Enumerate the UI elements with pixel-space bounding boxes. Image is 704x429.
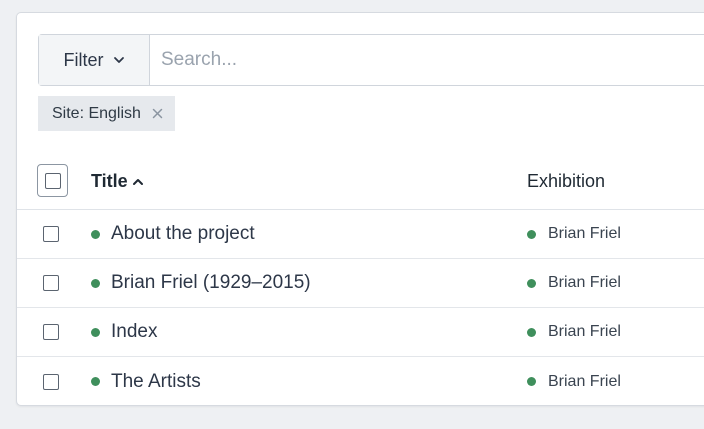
status-live-icon [91,278,100,288]
table-row: Index Brian Friel [17,308,704,357]
search-input[interactable] [150,35,704,85]
filter-button[interactable]: Filter [39,35,150,85]
entry-title: Index [111,321,158,342]
table-row: Brian Friel (1929–2015) Brian Friel [17,259,704,308]
column-header-title[interactable]: Title [91,171,144,192]
entry-title-link[interactable]: Brian Friel (1929–2015) [91,272,311,294]
sort-ascending-icon [132,178,143,185]
entry-exhibition: Brian Friel [527,274,621,292]
status-live-icon [527,377,536,386]
column-header-title-label: Title [91,171,128,191]
entry-title-link[interactable]: About the project [91,223,255,245]
row-checkbox[interactable] [43,226,59,242]
entry-exhibition: Brian Friel [527,225,621,243]
status-live-icon [91,327,100,337]
status-live-icon [527,278,536,288]
status-live-icon [527,327,536,337]
entry-exhibition-label: Brian Friel [548,225,621,242]
chevron-down-icon [113,57,124,63]
active-filter-label: Site: English [52,104,141,122]
column-header-exhibition[interactable]: Exhibition [527,171,605,192]
status-live-icon [91,377,100,386]
row-checkbox[interactable] [43,324,59,340]
search-toolbar: Filter [38,34,704,86]
table-row: About the project Brian Friel [17,210,704,259]
row-checkbox[interactable] [43,373,59,390]
select-all-checkbox[interactable] [37,164,68,197]
entry-title: The Artists [111,370,201,392]
table-row: The Artists Brian Friel [17,357,704,406]
status-live-icon [91,229,100,239]
entry-title: About the project [111,223,255,244]
row-checkbox[interactable] [43,275,59,291]
filter-button-label: Filter [63,49,104,70]
entry-exhibition-label: Brian Friel [548,323,621,340]
entry-title-link[interactable]: Index [91,321,157,343]
entries-panel: Filter Site: English Title Exhi [16,12,704,406]
table-header: Title Exhibition [17,159,704,210]
entry-title-link[interactable]: The Artists [91,371,201,393]
entry-exhibition: Brian Friel [527,373,621,391]
entry-title: Brian Friel (1929–2015) [111,272,311,293]
status-live-icon [527,229,536,239]
entry-exhibition-label: Brian Friel [548,274,621,291]
active-filter-chip: Site: English [38,96,175,131]
entry-exhibition: Brian Friel [527,323,621,341]
entry-exhibition-label: Brian Friel [548,372,621,390]
remove-filter-icon[interactable] [152,108,163,119]
checkbox-box [44,172,61,189]
entries-table: Title Exhibition About the project Brian… [17,159,704,406]
